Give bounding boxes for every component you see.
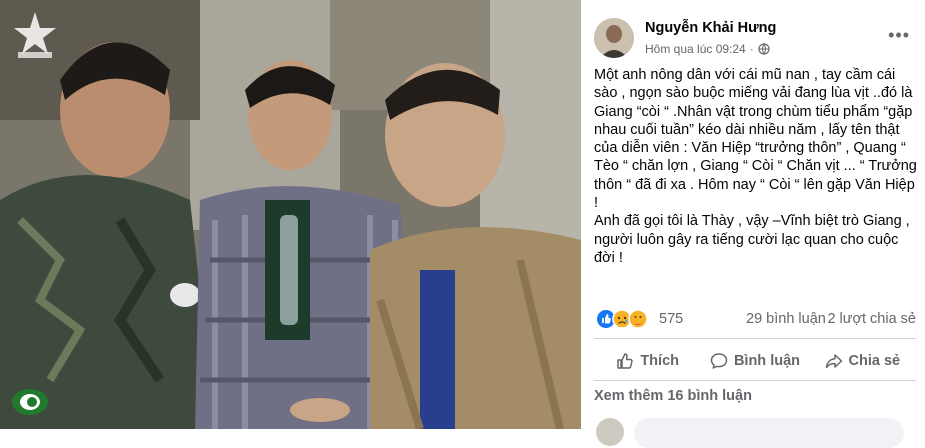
avatar-image [594, 18, 634, 58]
share-icon [825, 354, 842, 369]
share-button[interactable]: Chia sẻ [809, 344, 916, 378]
post-stats: 575 29 bình luận 2 lượt chia sẻ [594, 306, 916, 330]
comment-icon [710, 353, 728, 369]
commenter-avatar [596, 418, 624, 446]
post-timestamp[interactable]: Hôm qua lúc 09:24 [645, 42, 746, 56]
divider [594, 338, 916, 339]
post-meta: Hôm qua lúc 09:24 · [645, 42, 770, 56]
comment-composer [594, 414, 916, 448]
author-avatar[interactable] [594, 18, 634, 58]
post-paragraph: Một anh nông dân với cái mũ nan , tay cầ… [594, 67, 917, 212]
care-icon [628, 309, 648, 329]
post-photo[interactable] [0, 0, 581, 429]
corner-channel-logo [12, 389, 48, 415]
thumbs-up-icon [617, 353, 634, 369]
more-options-button[interactable]: ••• [888, 26, 910, 44]
like-label: Thích [640, 353, 679, 369]
comment-button[interactable]: Bình luận [701, 344, 808, 378]
post-actions: Thích Bình luận Chia sẻ [594, 344, 916, 378]
post-panel: Nguyễn Khải Hưng Hôm qua lúc 09:24 · •••… [584, 0, 925, 448]
shares-count[interactable]: 2 lượt chia sẻ [827, 311, 916, 327]
share-label: Chia sẻ [848, 353, 901, 369]
reaction-count[interactable]: 575 [659, 311, 683, 327]
see-more-comments-link[interactable]: Xem thêm 16 bình luận [594, 388, 752, 404]
divider [594, 380, 916, 381]
post-header: Nguyễn Khải Hưng Hôm qua lúc 09:24 · ••• [594, 16, 916, 64]
comments-count[interactable]: 29 bình luận [746, 311, 826, 327]
photo-scene [0, 0, 581, 429]
comment-input[interactable] [634, 418, 904, 448]
like-button[interactable]: Thích [594, 344, 701, 378]
comment-label: Bình luận [733, 353, 801, 369]
globe-icon [758, 43, 770, 55]
post-body: Một anh nông dân với cái mũ nan , tay cầ… [594, 66, 920, 267]
reaction-icons[interactable] [596, 309, 648, 329]
post-paragraph: Anh đã gọi tôi là Thày , vậy –Vĩnh biệt … [594, 213, 910, 266]
channel-watermark-logo [14, 12, 56, 58]
author-name[interactable]: Nguyễn Khải Hưng [645, 20, 776, 36]
